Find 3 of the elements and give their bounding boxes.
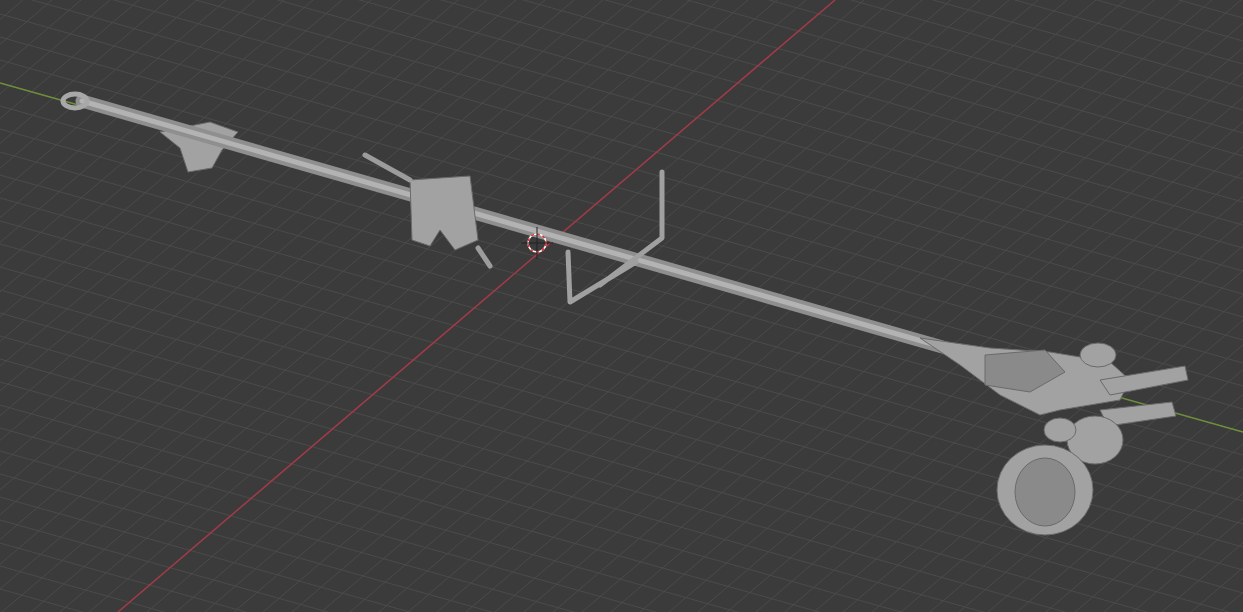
3d-cursor-icon[interactable] <box>520 226 554 260</box>
tow-bar-model-drawing[interactable] <box>60 91 1189 536</box>
viewport-background[interactable] <box>0 0 1243 612</box>
